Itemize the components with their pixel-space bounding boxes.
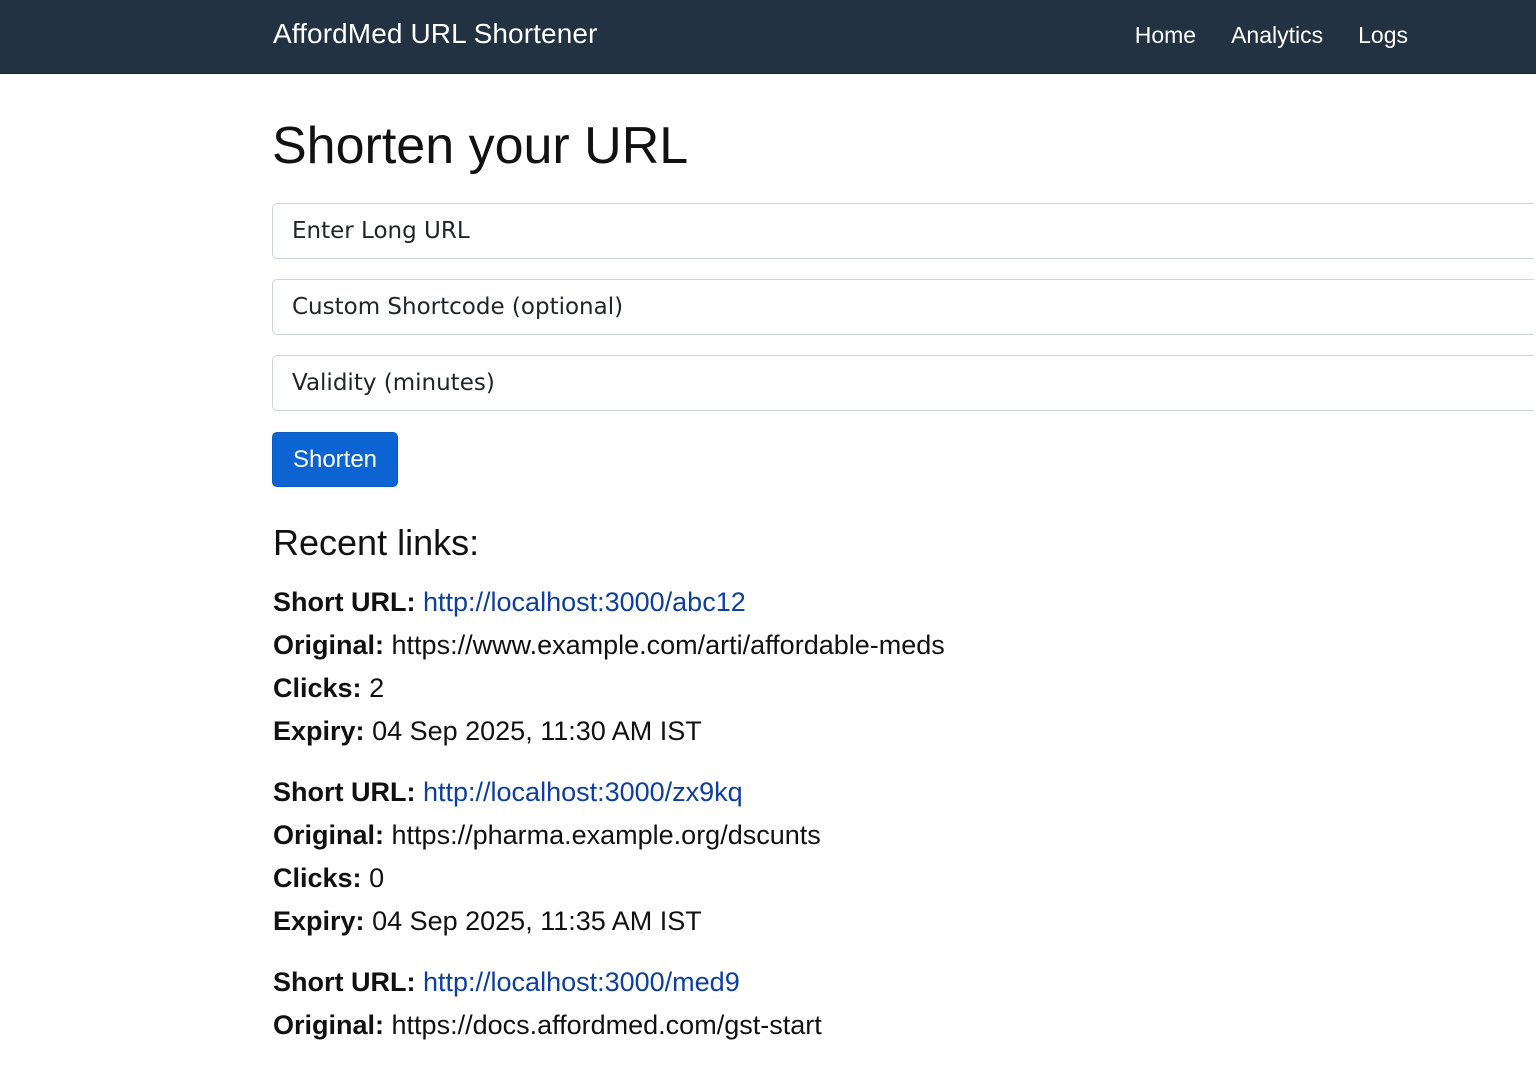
- expiry-row: Expiry: 04 Sep 2025, 11:30 AM IST: [273, 710, 1473, 753]
- short-url-row: Short URL: http://localhost:3000/med9: [273, 961, 1473, 1004]
- custom-shortcode-input[interactable]: [272, 279, 1534, 335]
- short-url-label: Short URL:: [273, 777, 416, 807]
- original-url-value: https://docs.affordmed.com/gst-start: [391, 1010, 822, 1040]
- original-url-row: Original: https://pharma.example.org/dsc…: [273, 814, 1473, 857]
- clicks-label: Clicks:: [273, 673, 362, 703]
- clicks-value: 2: [369, 673, 385, 703]
- short-url-label: Short URL:: [273, 967, 416, 997]
- short-url-label: Short URL:: [273, 587, 416, 617]
- original-label: Original:: [273, 820, 385, 850]
- expiry-label: Expiry:: [273, 906, 365, 936]
- original-url-value: https://pharma.example.org/dscunts: [391, 820, 821, 850]
- list-item: Short URL: http://localhost:3000/zx9kq O…: [273, 771, 1473, 943]
- short-url-link[interactable]: http://localhost:3000/abc12: [423, 587, 746, 617]
- recent-links-list: Short URL: http://localhost:3000/abc12 O…: [273, 581, 1473, 1065]
- original-label: Original:: [273, 630, 385, 660]
- nav-link-logs[interactable]: Logs: [1358, 22, 1408, 49]
- clicks-label: Clicks:: [273, 863, 362, 893]
- original-url-row: Original: https://docs.affordmed.com/gst…: [273, 1004, 1473, 1047]
- top-navbar: AffordMed URL Shortener Home Analytics L…: [0, 0, 1536, 74]
- nav-link-home[interactable]: Home: [1135, 22, 1196, 49]
- short-url-link[interactable]: http://localhost:3000/med9: [423, 967, 740, 997]
- original-label: Original:: [273, 1010, 385, 1040]
- short-url-link[interactable]: http://localhost:3000/zx9kq: [423, 777, 743, 807]
- list-item: Short URL: http://localhost:3000/abc12 O…: [273, 581, 1473, 753]
- nav-link-analytics[interactable]: Analytics: [1231, 22, 1323, 49]
- clicks-row: Clicks: 0: [273, 857, 1473, 900]
- original-url-row: Original: https://www.example.com/arti/a…: [273, 624, 1473, 667]
- expiry-label: Expiry:: [273, 716, 365, 746]
- page-title: Shorten your URL: [272, 117, 689, 175]
- expiry-value: 04 Sep 2025, 11:35 AM IST: [372, 906, 702, 936]
- expiry-row: Expiry: 04 Sep 2025, 11:35 AM IST: [273, 900, 1473, 943]
- validity-minutes-input[interactable]: [272, 355, 1534, 411]
- short-url-row: Short URL: http://localhost:3000/zx9kq: [273, 771, 1473, 814]
- short-url-row: Short URL: http://localhost:3000/abc12: [273, 581, 1473, 624]
- clicks-value: 0: [369, 863, 385, 893]
- original-url-value: https://www.example.com/arti/affordable-…: [391, 630, 945, 660]
- recent-links-heading: Recent links:: [273, 522, 480, 563]
- list-item: Short URL: http://localhost:3000/med9 Or…: [273, 961, 1473, 1047]
- nav-links: Home Analytics Logs: [1135, 22, 1408, 49]
- brand-title[interactable]: AffordMed URL Shortener: [273, 18, 597, 50]
- long-url-input[interactable]: [272, 203, 1534, 259]
- shorten-button[interactable]: Shorten: [272, 432, 398, 487]
- expiry-value: 04 Sep 2025, 11:30 AM IST: [372, 716, 702, 746]
- clicks-row: Clicks: 2: [273, 667, 1473, 710]
